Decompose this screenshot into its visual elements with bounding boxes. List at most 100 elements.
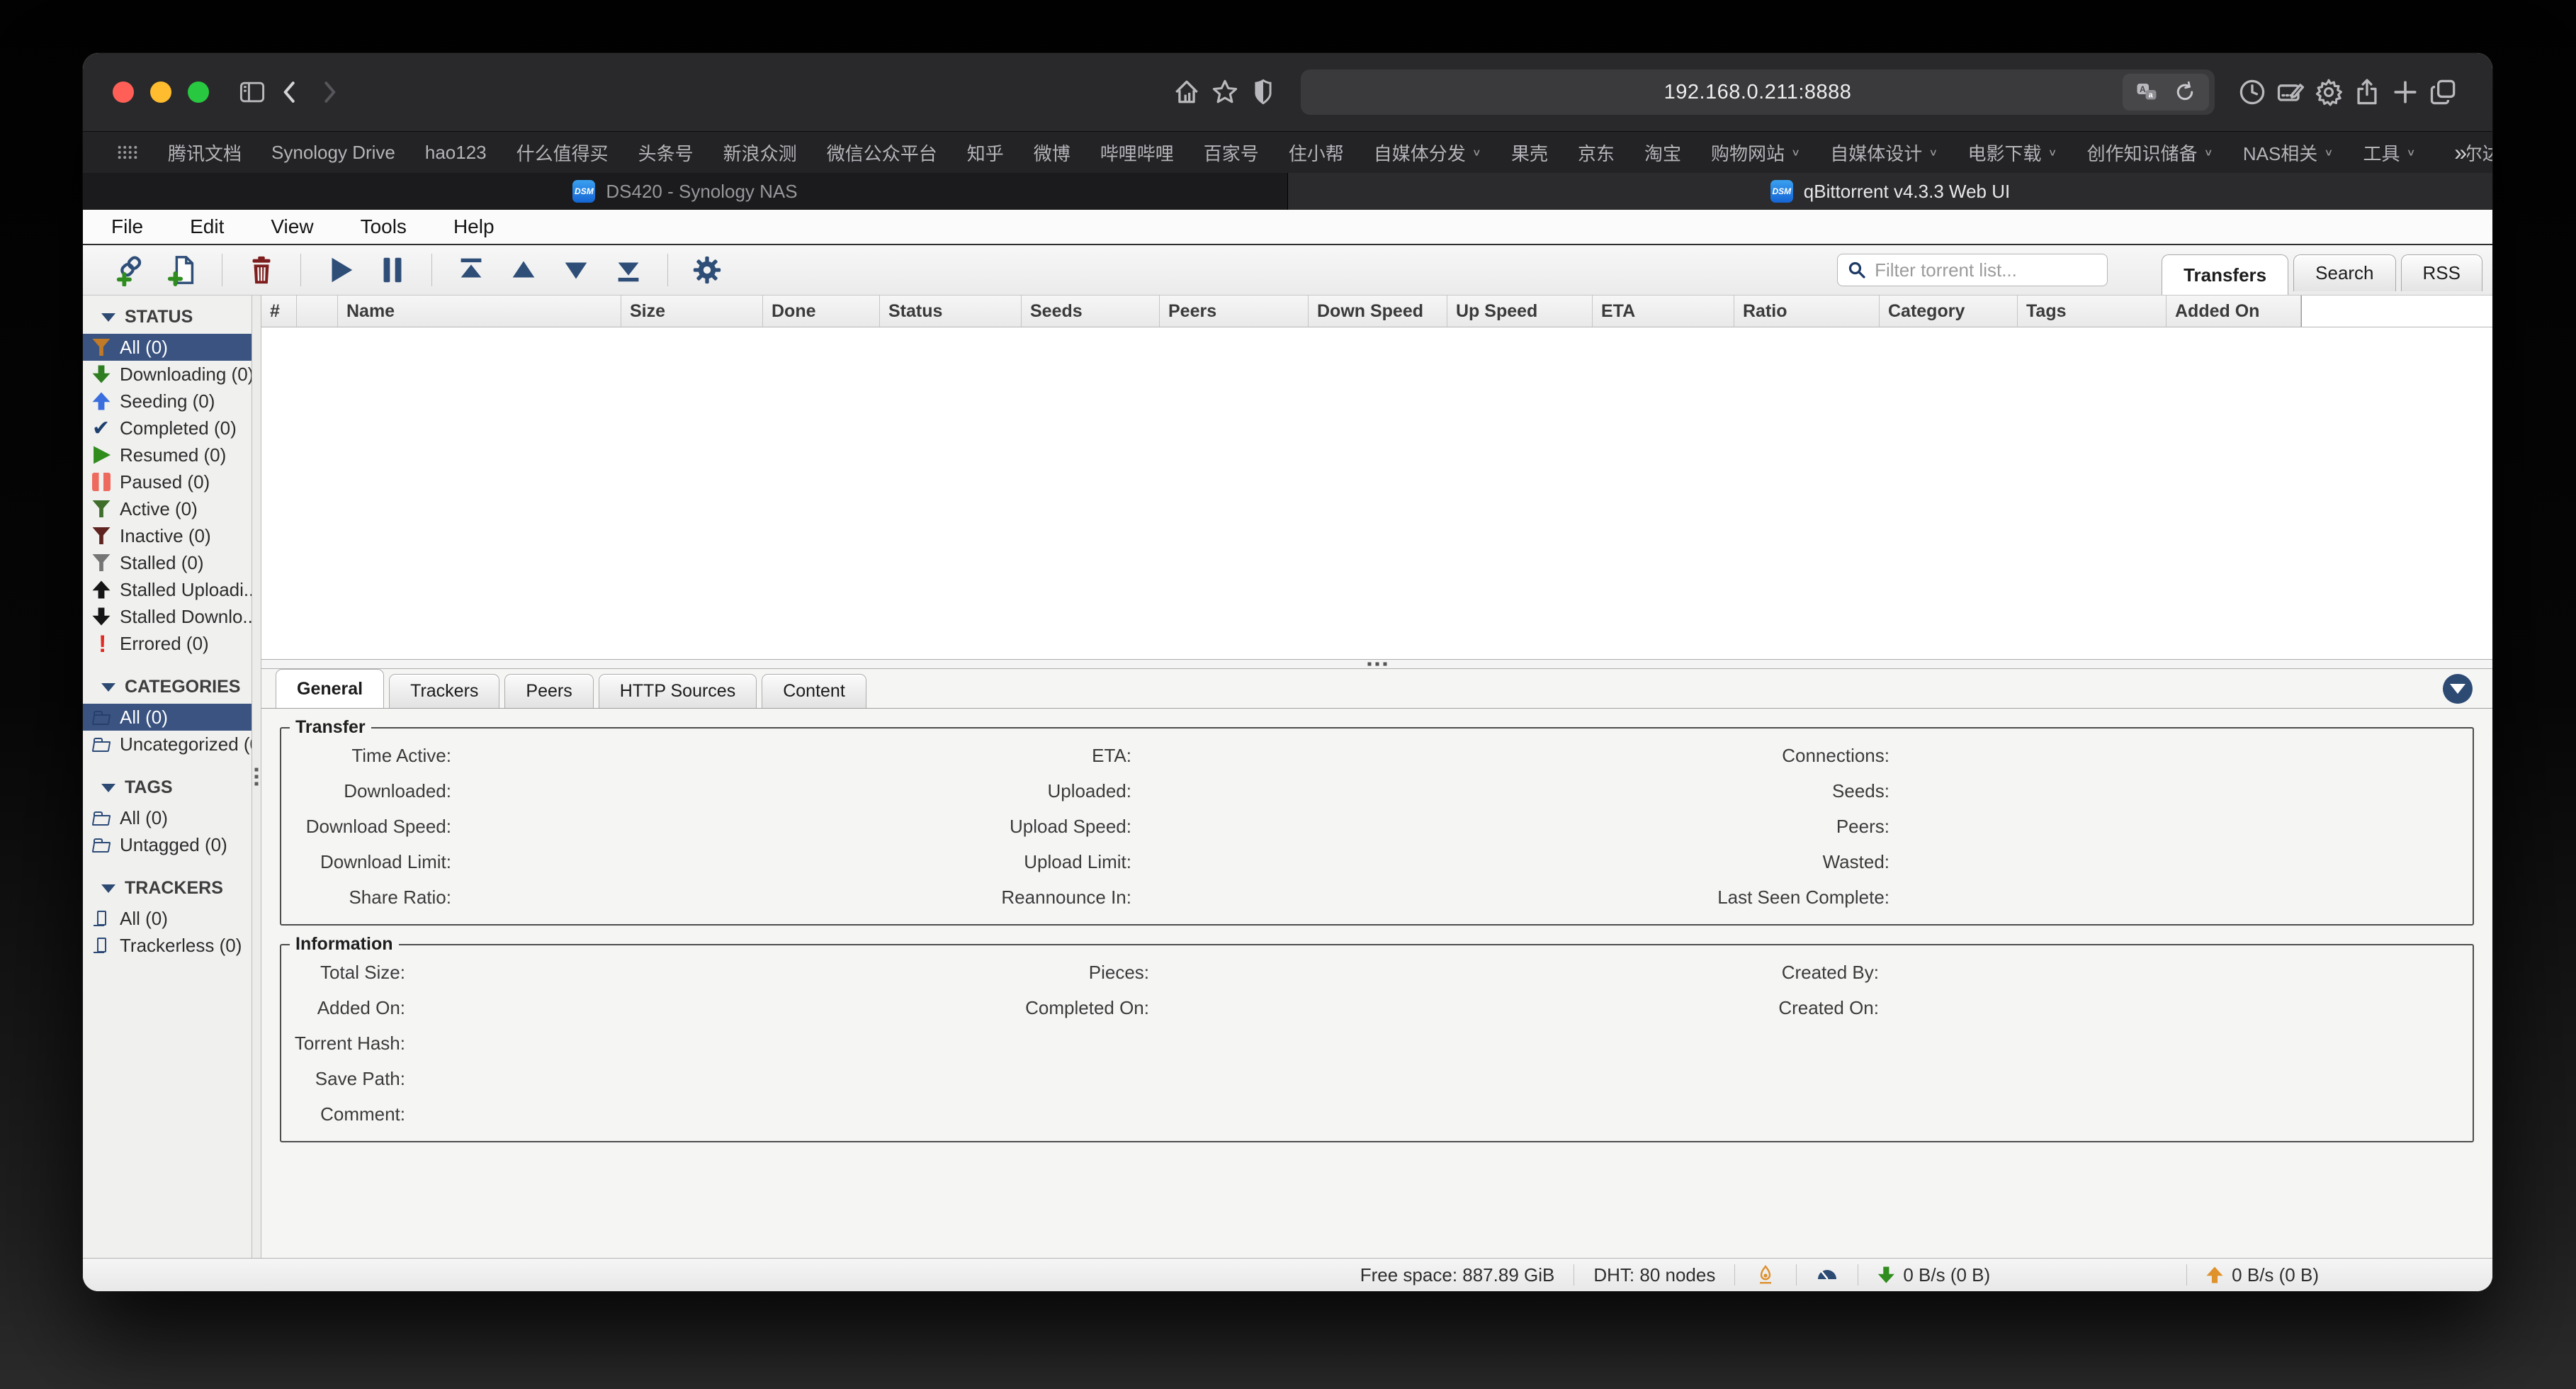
status-filter-item[interactable]: Seeding (0) [83,388,252,415]
menu-item[interactable]: Edit [190,215,224,238]
bookmark-grid-icon[interactable] [115,140,140,164]
browser-tab[interactable]: DSM qBittorrent v4.3.3 Web UI [1288,173,2492,210]
move-up-button[interactable] [504,250,543,290]
bookmark-item[interactable]: 微信公众平台 ∨ [827,140,937,166]
category-filter-item[interactable]: Uncategorized (0) [83,731,252,758]
bookmark-item[interactable]: 自媒体设计 ∨ [1830,140,1938,166]
menu-item[interactable]: Help [453,215,495,238]
tracker-filter-item[interactable]: Trackerless (0) [83,932,252,959]
status-filter-item[interactable]: Paused (0) [83,468,252,495]
bookmark-item[interactable]: 微博 ∨ [1034,140,1070,166]
minimize-window-button[interactable] [150,81,171,103]
connection-status-icon[interactable] [1735,1264,1796,1286]
tag-filter-item[interactable]: All (0) [83,804,252,831]
sidebar-splitter[interactable] [252,296,261,1258]
column-header[interactable]: Peers [1160,296,1309,327]
column-header[interactable]: # [261,296,297,327]
move-bottom-button[interactable] [609,250,648,290]
trackers-section-header[interactable]: TRACKERS [83,870,252,905]
column-header[interactable]: Seeds [1022,296,1160,327]
bookmarks-star-icon[interactable] [1206,73,1244,111]
back-button[interactable] [271,73,310,111]
pause-torrent-button[interactable] [373,250,412,290]
share-icon[interactable] [2348,73,2386,111]
categories-section-header[interactable]: CATEGORIES [83,668,252,704]
history-clock-icon[interactable] [2233,73,2271,111]
column-header[interactable]: Size [621,296,763,327]
reload-button[interactable] [2172,79,2198,105]
status-filter-item[interactable]: Resumed (0) [83,442,252,468]
menu-item[interactable]: File [111,215,143,238]
bookmark-item[interactable]: Synology Drive ∨ [271,142,395,164]
browser-tab[interactable]: DSM DS420 - Synology NAS [83,173,1288,210]
move-top-button[interactable] [451,250,491,290]
alt-speed-gauge-icon[interactable] [1797,1264,1858,1286]
status-filter-item[interactable]: Inactive (0) [83,522,252,549]
delete-torrent-button[interactable] [242,250,281,290]
filter-input[interactable] [1875,259,2098,281]
translate-icon[interactable]: A a [2134,79,2159,105]
bookmark-item[interactable]: 腾讯文档 ∨ [168,140,242,166]
bookmark-item[interactable]: 京东 ∨ [1578,140,1615,166]
column-header[interactable]: Status [880,296,1022,327]
details-tab[interactable]: HTTP Sources [599,674,757,708]
column-header[interactable]: Tags [2018,296,2167,327]
forward-button[interactable] [310,73,348,111]
collapse-details-button[interactable] [2443,674,2473,704]
category-filter-item[interactable]: All (0) [83,704,252,731]
close-window-button[interactable] [113,81,134,103]
bookmark-item[interactable]: 百家号 ∨ [1204,140,1259,166]
privacy-shield-icon[interactable] [1244,73,1282,111]
menu-item[interactable]: Tools [361,215,407,238]
move-down-button[interactable] [556,250,596,290]
bookmark-item[interactable]: 新浪众测 ∨ [723,140,797,166]
tag-filter-item[interactable]: Untagged (0) [83,831,252,858]
zoom-window-button[interactable] [188,81,209,103]
column-header[interactable]: Up Speed [1447,296,1593,327]
main-view-tab[interactable]: Transfers [2162,254,2288,295]
bookmark-item[interactable]: 头条号 ∨ [638,140,694,166]
status-filter-item[interactable]: All (0) [83,334,252,361]
bookmark-item[interactable]: 购物网站 ∨ [1711,140,1800,166]
tab-overview-icon[interactable] [2424,73,2463,111]
tracker-filter-item[interactable]: All (0) [83,905,252,932]
bookmark-item[interactable]: 自媒体分发 ∨ [1374,140,1481,166]
home-icon[interactable] [1168,73,1206,111]
bookmark-item[interactable]: 果壳 ∨ [1511,140,1548,166]
bookmark-item[interactable]: 创作知识储备 ∨ [2087,140,2213,166]
bookmark-item[interactable]: hao123 ∨ [425,142,487,164]
bookmark-item[interactable]: 淘宝 ∨ [1644,140,1681,166]
column-header[interactable]: Down Speed [1309,296,1447,327]
status-filter-item[interactable]: Stalled Downlo... [83,603,252,630]
column-header[interactable]: Done [763,296,880,327]
status-filter-item[interactable]: Downloading (0) [83,361,252,388]
status-filter-item[interactable]: Completed (0) [83,415,252,442]
bookmark-item[interactable]: 知乎 ∨ [967,140,1004,166]
status-filter-item[interactable]: Stalled (0) [83,549,252,576]
address-bar[interactable]: 192.168.0.211:8888 A a [1301,69,2215,115]
menu-item[interactable]: View [271,215,313,238]
bookmark-item[interactable]: 电影下载 ∨ [1967,140,2057,166]
add-torrent-link-button[interactable] [111,250,150,290]
column-header[interactable] [297,296,338,327]
bookmark-item[interactable]: 哔哩哔哩 ∨ [1100,140,1174,166]
details-tab[interactable]: Peers [504,674,593,708]
status-filter-item[interactable]: Stalled Uploadi... [83,576,252,603]
bookmark-item[interactable]: 工具 ∨ [2363,140,2416,166]
column-header[interactable]: Category [1880,296,2018,327]
sidebar-toggle-icon[interactable] [233,73,271,111]
resume-torrent-button[interactable] [320,250,360,290]
settings-gear-icon[interactable] [2310,73,2348,111]
status-filter-item[interactable]: Errored (0) [83,630,252,657]
column-header[interactable]: Name [338,296,621,327]
tags-section-header[interactable]: TAGS [83,769,252,804]
main-view-tab[interactable]: Search [2293,254,2395,291]
column-header[interactable]: ETA [1593,296,1734,327]
new-tab-icon[interactable] [2386,73,2424,111]
bookmark-item[interactable]: 住小帮 ∨ [1289,140,1344,166]
column-header[interactable]: Added On [2167,296,2301,327]
details-splitter[interactable] [261,659,2492,669]
details-tab[interactable]: General [276,669,384,708]
options-gear-button[interactable] [687,250,727,290]
add-torrent-file-button[interactable] [163,250,203,290]
